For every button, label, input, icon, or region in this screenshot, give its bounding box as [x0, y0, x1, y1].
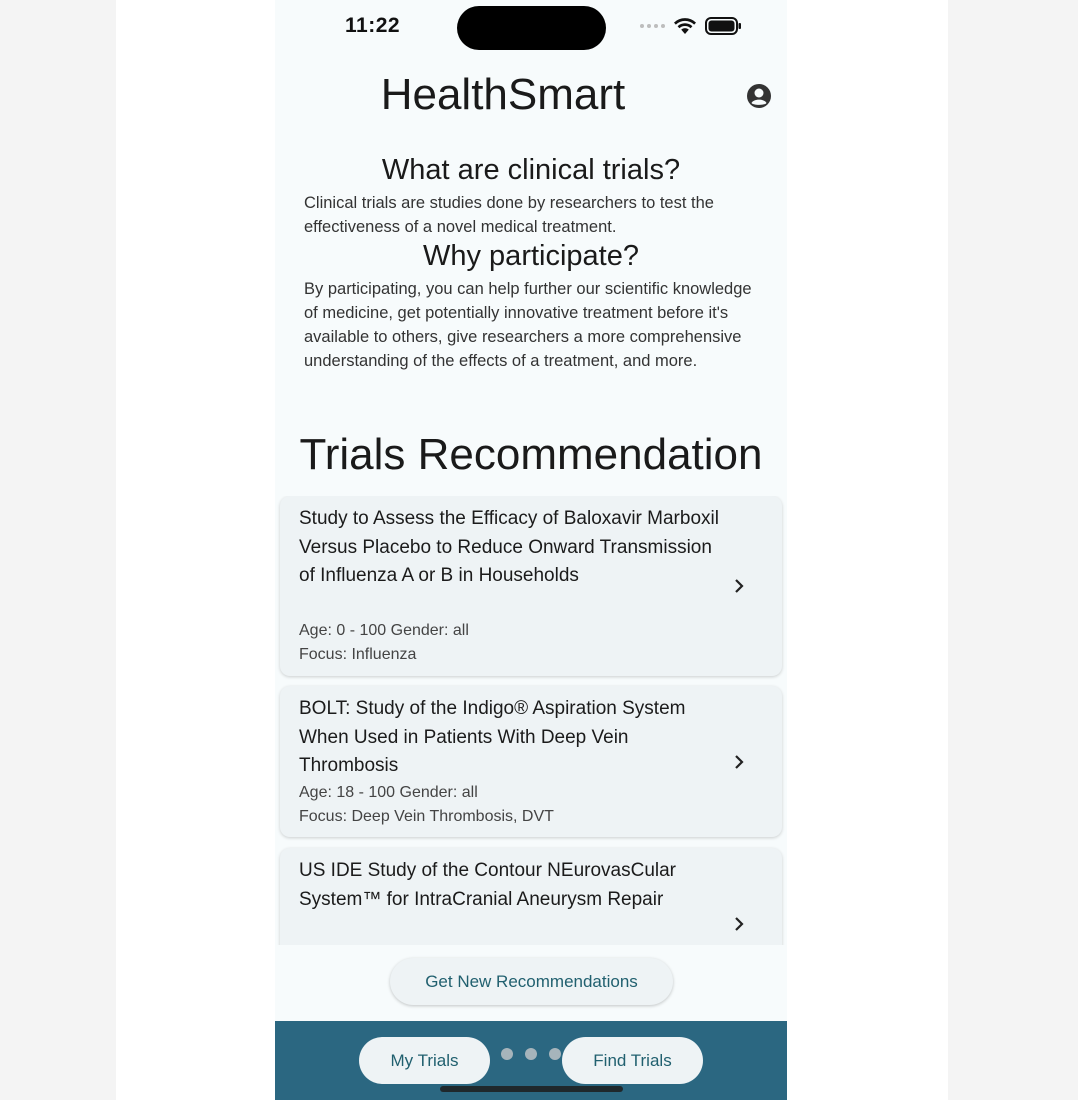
- home-indicator: [440, 1086, 623, 1092]
- why-participate-heading: Why participate?: [423, 240, 639, 272]
- my-trials-button[interactable]: My Trials: [359, 1037, 490, 1084]
- trial-demographics: Age: 0 - 100 Gender: all: [299, 622, 469, 639]
- bottom-navigation: My Trials Find Trials: [275, 1021, 787, 1100]
- clinical-trials-text: Clinical trials are studies done by rese…: [304, 194, 714, 236]
- chevron-right-icon: [735, 917, 744, 931]
- trial-card[interactable]: US IDE Study of the Contour NEurovasCula…: [280, 848, 782, 945]
- trial-focus: Focus: Influenza: [299, 646, 417, 663]
- dynamic-island: [457, 6, 606, 50]
- chevron-right-icon: [735, 579, 744, 593]
- recommendations-title: Trials Recommendation: [299, 430, 763, 479]
- page-indicator-dot: [525, 1048, 537, 1060]
- app-title: HealthSmart: [380, 70, 626, 119]
- find-trials-button[interactable]: Find Trials: [562, 1037, 703, 1084]
- chevron-right-icon: [735, 755, 744, 769]
- account-circle-icon[interactable]: [746, 83, 772, 109]
- trials-list[interactable]: Study to Assess the Efficacy of Baloxavi…: [275, 496, 787, 945]
- page-indicator-dot: [501, 1048, 513, 1060]
- get-new-recommendations-button[interactable]: Get New Recommendations: [390, 958, 673, 1005]
- signal-dots-icon: [640, 24, 665, 28]
- trial-title: Study to Assess the Efficacy of Baloxavi…: [299, 508, 719, 587]
- trial-title: US IDE Study of the Contour NEurovasCula…: [299, 860, 677, 910]
- why-participate-text: By participating, you can help further o…: [304, 280, 752, 370]
- clinical-trials-heading: What are clinical trials?: [381, 154, 681, 186]
- trial-card[interactable]: BOLT: Study of the Indigo® Aspiration Sy…: [280, 686, 782, 837]
- trial-demographics: Age: 18 - 100 Gender: all: [299, 784, 478, 801]
- page-indicator-dot: [549, 1048, 561, 1060]
- background-left: [0, 0, 116, 1100]
- background-right: [948, 0, 1078, 1100]
- phone-screen: 11:22 HealthSmart What are clinical tria…: [275, 0, 787, 1100]
- wifi-icon: [674, 18, 696, 34]
- status-time: 11:22: [345, 14, 401, 37]
- trial-title: BOLT: Study of the Indigo® Aspiration Sy…: [299, 698, 686, 777]
- battery-icon: [705, 17, 741, 35]
- status-icons: [640, 16, 743, 36]
- trial-focus: Focus: Deep Vein Thrombosis, DVT: [299, 808, 554, 825]
- trial-card[interactable]: Study to Assess the Efficacy of Baloxavi…: [280, 496, 782, 676]
